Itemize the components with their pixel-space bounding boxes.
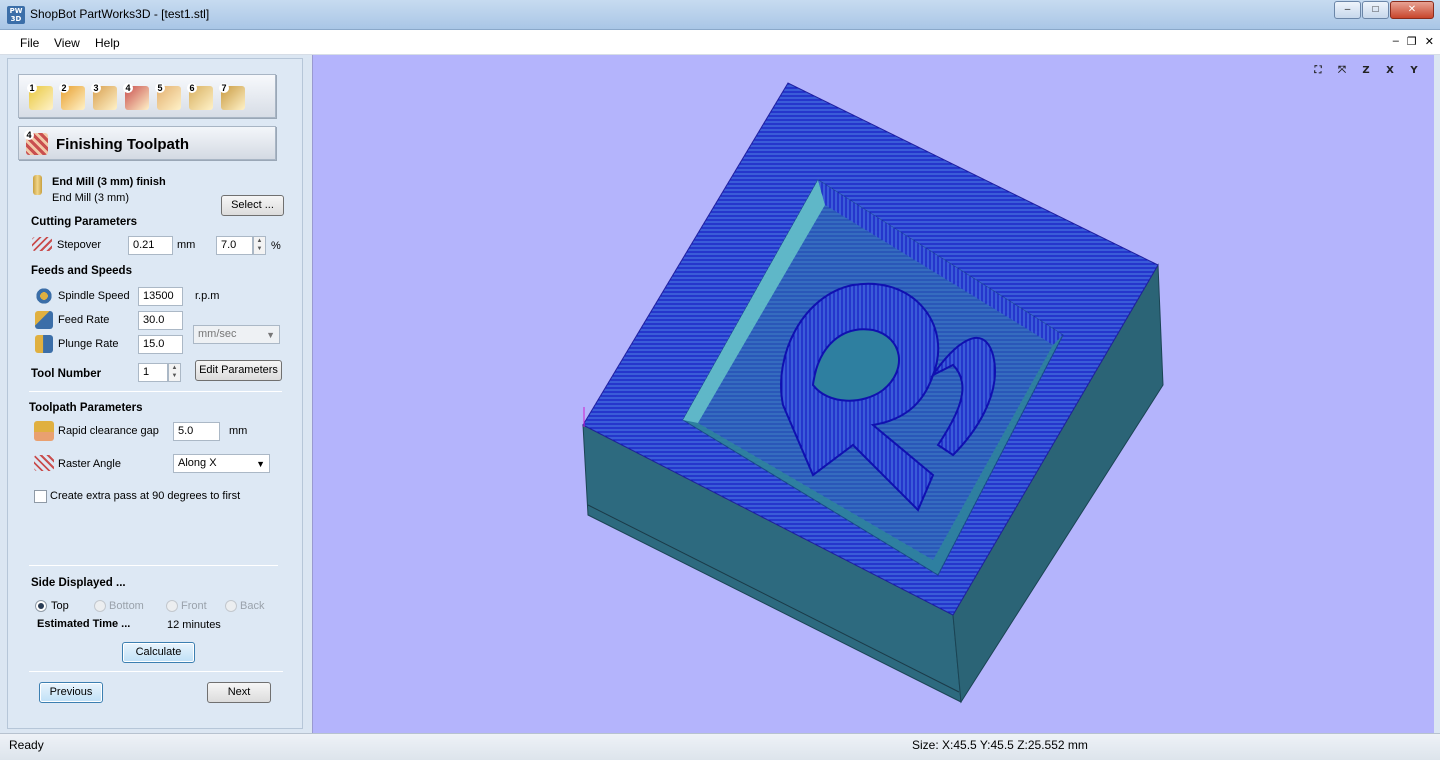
next-button[interactable]: Next (207, 682, 271, 703)
estimated-time-label: Estimated Time ... (37, 618, 131, 630)
estimated-time-value: 12 minutes (167, 619, 221, 631)
tool-number-input[interactable]: 1 (138, 363, 168, 382)
step-4-finishing-icon[interactable]: 4 (123, 83, 149, 110)
panel-title: Finishing Toolpath (56, 136, 190, 153)
stepover-input[interactable]: 0.21 (128, 236, 173, 255)
rapid-clearance-icon (34, 421, 54, 441)
minimize-button[interactable]: – (1334, 1, 1361, 19)
side-front-label: Front (181, 600, 207, 612)
tool-number-spinner[interactable]: ▲ ▼ (168, 363, 181, 382)
stepover-percent-input[interactable]: 7.0 (216, 236, 253, 255)
status-model-size: Size: X:45.5 Y:45.5 Z:25.552 mm (912, 738, 1088, 752)
raster-angle-value: Along X (178, 457, 217, 469)
window-title: ShopBot PartWorks3D - [test1.stl] (30, 7, 210, 21)
title-bar: PW 3D ShopBot PartWorks3D - [test1.stl] … (0, 0, 1440, 30)
spindle-speed-icon (35, 287, 53, 305)
calculate-button[interactable]: Calculate (122, 642, 195, 663)
view-toolbar: ⛶ ⤧ Z X Y (1308, 62, 1424, 80)
close-button[interactable]: ✕ (1390, 1, 1434, 19)
divider (29, 671, 283, 672)
step-toolbar: 1 2 3 4 5 6 7 (18, 74, 276, 118)
stepover-percent-spinner[interactable]: ▲ ▼ (253, 236, 266, 255)
status-ready: Ready (9, 738, 44, 752)
maximize-button[interactable]: □ (1362, 1, 1389, 19)
side-top-radio[interactable] (35, 600, 47, 612)
toolpath-parameters-heading: Toolpath Parameters (29, 402, 143, 414)
step-3-roughing-icon[interactable]: 3 (91, 83, 117, 110)
chevron-down-icon: ▼ (256, 459, 265, 469)
doc-restore-button[interactable]: ❐ (1407, 35, 1417, 48)
step-2-position-icon[interactable]: 2 (59, 83, 85, 110)
tool-subname: End Mill (3 mm) (52, 192, 130, 204)
tool-name: End Mill (3 mm) finish (52, 176, 166, 188)
cutting-parameters-heading: Cutting Parameters (31, 216, 138, 228)
doc-close-button[interactable]: ✕ (1425, 35, 1434, 48)
tool-number-label: Tool Number (31, 368, 102, 380)
percent-unit: % (271, 240, 281, 252)
end-mill-icon (33, 175, 42, 195)
menu-help[interactable]: Help (95, 36, 120, 50)
stepover-label: Stepover (57, 239, 102, 251)
stepover-unit: mm (177, 239, 196, 251)
plunge-rate-label: Plunge Rate (58, 338, 119, 350)
rate-units-select[interactable]: mm/sec ▼ (193, 325, 280, 344)
side-back-label: Back (240, 600, 265, 612)
spindle-speed-input[interactable]: 13500 (138, 287, 183, 306)
select-tool-button[interactable]: Select ... (221, 195, 284, 216)
document-window-controls: – ❐ ✕ (1393, 35, 1434, 48)
feed-rate-label: Feed Rate (58, 314, 110, 326)
step-1-model-icon[interactable]: 1 (27, 83, 53, 110)
extra-pass-checkbox[interactable] (34, 490, 47, 503)
raster-angle-select[interactable]: Along X ▼ (173, 454, 270, 473)
raster-angle-label: Raster Angle (58, 458, 121, 470)
step-6-preview-icon[interactable]: 6 (187, 83, 213, 110)
raster-angle-icon (34, 455, 54, 471)
app-logo-icon: PW 3D (7, 6, 25, 24)
y-view-icon[interactable]: Y (1404, 62, 1424, 80)
chevron-down-icon: ▼ (266, 330, 275, 340)
finishing-toolpath-icon: 4 (24, 130, 48, 155)
feed-rate-icon (35, 311, 53, 329)
side-top-label: Top (51, 600, 69, 612)
divider (29, 391, 282, 392)
z-view-icon[interactable]: Z (1356, 62, 1376, 80)
edit-parameters-button[interactable]: Edit Parameters (195, 360, 282, 381)
menu-file[interactable]: File (20, 36, 39, 50)
model-render (582, 82, 1164, 704)
step-7-save-icon[interactable]: 7 (219, 83, 245, 110)
fit-view-icon[interactable]: ⛶ (1308, 62, 1328, 80)
iso-view-icon[interactable]: ⤧ (1332, 62, 1352, 80)
rapid-clearance-label: Rapid clearance gap (58, 425, 159, 437)
stepover-icon (32, 237, 52, 251)
plunge-rate-icon (35, 335, 53, 353)
step-5-cutout-icon[interactable]: 5 (155, 83, 181, 110)
previous-button[interactable]: Previous (39, 682, 103, 703)
3d-viewport[interactable]: ⛶ ⤧ Z X Y (312, 55, 1434, 733)
feeds-speeds-heading: Feeds and Speeds (31, 265, 132, 277)
x-view-icon[interactable]: X (1380, 62, 1400, 80)
side-bottom-radio[interactable] (94, 600, 106, 612)
doc-minimize-button[interactable]: – (1393, 35, 1399, 48)
spindle-speed-label: Spindle Speed (58, 290, 130, 302)
side-front-radio[interactable] (166, 600, 178, 612)
panel-heading: 4 Finishing Toolpath (18, 126, 276, 160)
divider (29, 565, 278, 566)
side-bottom-label: Bottom (109, 600, 144, 612)
rate-units-value: mm/sec (198, 328, 237, 340)
side-displayed-heading: Side Displayed ... (31, 577, 126, 589)
window-controls: – □ ✕ (1333, 1, 1434, 19)
rapid-clearance-unit: mm (229, 425, 248, 437)
extra-pass-label: Create extra pass at 90 degrees to first (50, 490, 241, 502)
menu-view[interactable]: View (54, 36, 80, 50)
rapid-clearance-input[interactable]: 5.0 (173, 422, 220, 441)
plunge-rate-input[interactable]: 15.0 (138, 335, 183, 354)
side-back-radio[interactable] (225, 600, 237, 612)
feed-rate-input[interactable]: 30.0 (138, 311, 183, 330)
status-bar: Ready Size: X:45.5 Y:45.5 Z:25.552 mm (0, 733, 1440, 760)
spindle-speed-unit: r.p.m (195, 290, 220, 302)
toolpath-panel: 1 2 3 4 5 6 7 4 Finishing Toolpath End M… (0, 55, 312, 733)
menu-bar: File View Help – ❐ ✕ (0, 30, 1440, 55)
